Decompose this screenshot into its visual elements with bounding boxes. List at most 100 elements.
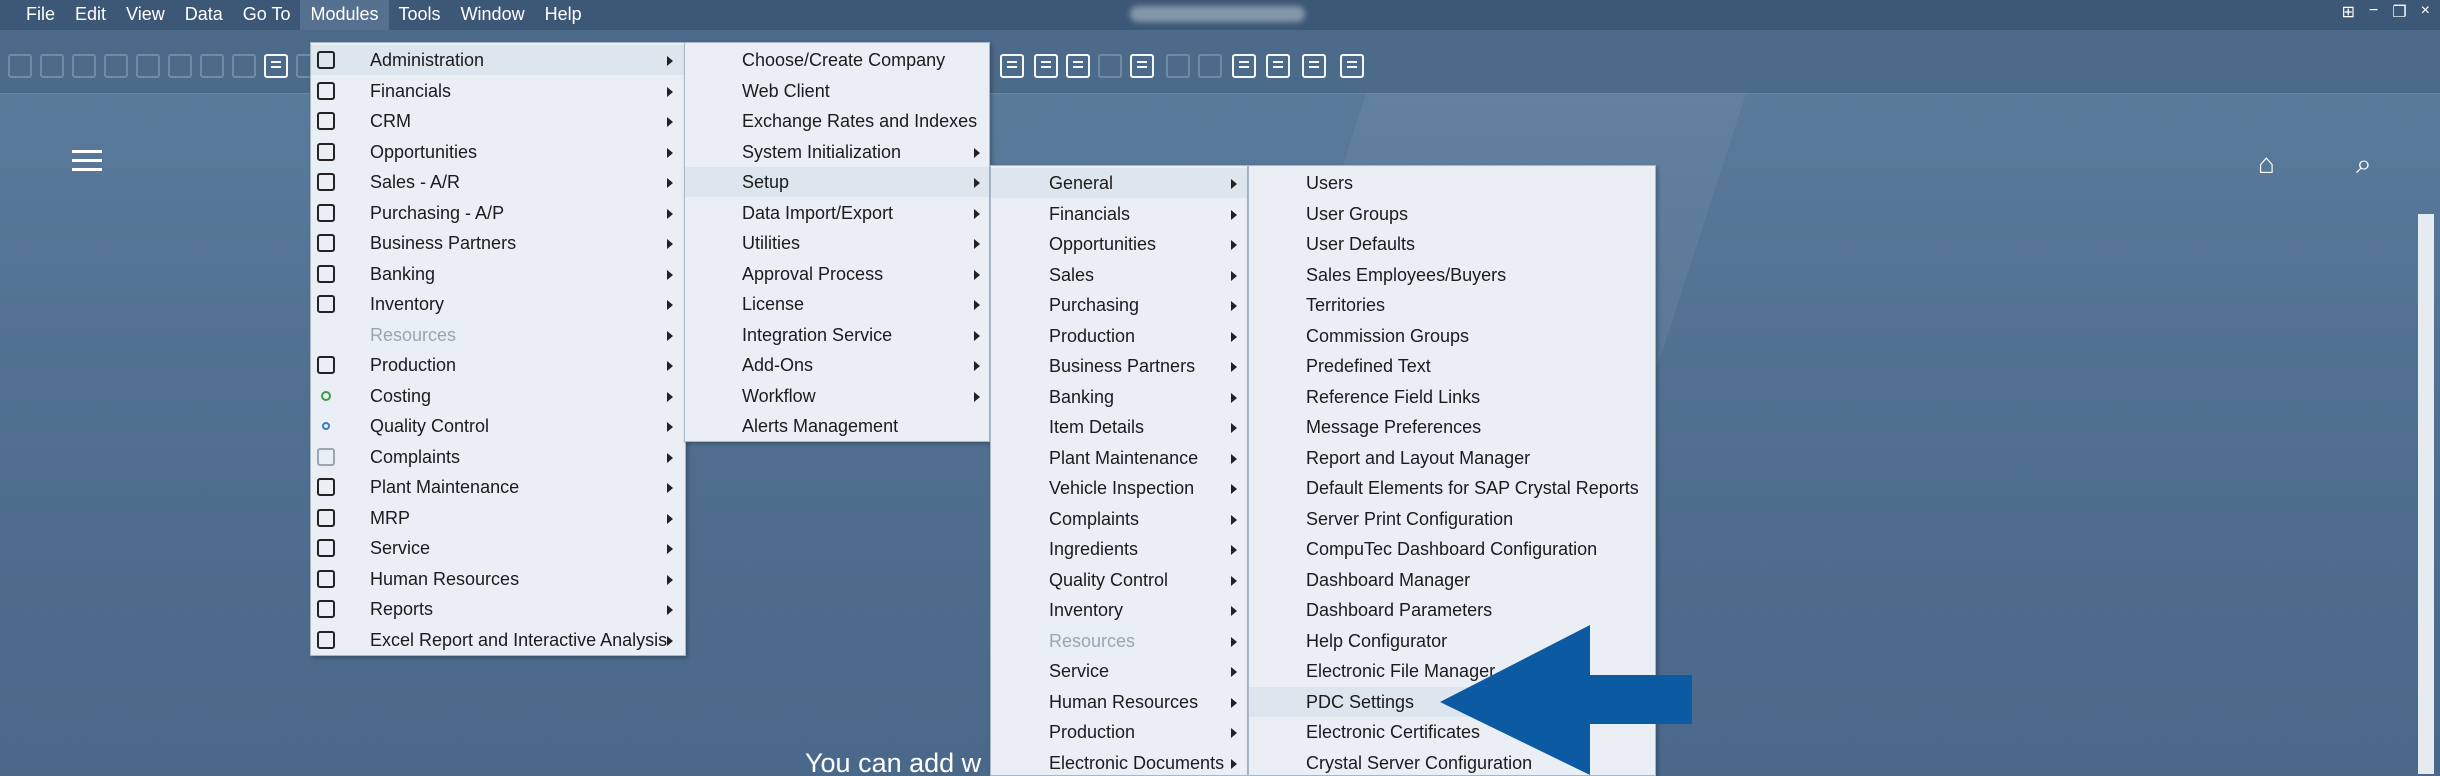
setup-item-item-details[interactable]: Item Details xyxy=(991,412,1247,442)
modules-item-quality-control[interactable]: Quality Control xyxy=(311,411,685,441)
pdf-export-icon[interactable] xyxy=(232,54,256,78)
general-item-dashboard-parameters[interactable]: Dashboard Parameters xyxy=(1249,595,1655,625)
modules-item-sales-a-r[interactable]: Sales - A/R xyxy=(311,167,685,197)
setup-item-quality-control[interactable]: Quality Control xyxy=(991,565,1247,595)
menu-goto[interactable]: Go To xyxy=(233,0,301,30)
query-icon[interactable] xyxy=(1000,54,1024,78)
message-icon[interactable] xyxy=(1098,54,1122,78)
trend-icon[interactable] xyxy=(1232,54,1256,78)
general-item-commission-groups[interactable]: Commission Groups xyxy=(1249,321,1655,351)
admin-item-integration-service[interactable]: Integration Service xyxy=(685,320,989,350)
admin-item-approval-process[interactable]: Approval Process xyxy=(685,259,989,289)
admin-item-add-ons[interactable]: Add-Ons xyxy=(685,350,989,380)
menu-view[interactable]: View xyxy=(116,0,175,30)
general-item-report-and-layout-manager[interactable]: Report and Layout Manager xyxy=(1249,443,1655,473)
setup-item-business-partners[interactable]: Business Partners xyxy=(991,351,1247,381)
general-item-server-print-configuration[interactable]: Server Print Configuration xyxy=(1249,504,1655,534)
menu-modules[interactable]: Modules xyxy=(300,0,389,30)
modules-item-financials[interactable]: Financials xyxy=(311,76,685,106)
general-item-user-defaults[interactable]: User Defaults xyxy=(1249,229,1655,259)
admin-item-system-initialization[interactable]: System Initialization xyxy=(685,137,989,167)
admin-item-alerts-management[interactable]: Alerts Management xyxy=(685,411,989,441)
modules-item-banking[interactable]: Banking xyxy=(311,259,685,289)
minimize-icon[interactable]: − xyxy=(2369,2,2378,22)
modules-item-excel-report-and-interactive-analysis[interactable]: Excel Report and Interactive Analysis xyxy=(311,625,685,655)
setup-item-ingredients[interactable]: Ingredients xyxy=(991,534,1247,564)
menu-help[interactable]: Help xyxy=(535,0,592,30)
general-item-dashboard-manager[interactable]: Dashboard Manager xyxy=(1249,565,1655,595)
general-item-predefined-text[interactable]: Predefined Text xyxy=(1249,351,1655,381)
setup-item-production[interactable]: Production xyxy=(991,321,1247,351)
admin-item-choose-create-company[interactable]: Choose/Create Company xyxy=(685,45,989,75)
print-preview-icon[interactable] xyxy=(72,54,96,78)
admin-item-data-import-export[interactable]: Data Import/Export xyxy=(685,198,989,228)
info-icon[interactable] xyxy=(1034,54,1058,78)
modules-item-opportunities[interactable]: Opportunities xyxy=(311,137,685,167)
admin-item-setup[interactable]: Setup xyxy=(685,167,989,197)
hamburger-menu-icon[interactable] xyxy=(72,150,102,172)
menu-window[interactable]: Window xyxy=(451,0,535,30)
menu-file[interactable]: File xyxy=(0,0,65,30)
setup-item-plant-maintenance[interactable]: Plant Maintenance xyxy=(991,443,1247,473)
modules-item-purchasing-a-p[interactable]: Purchasing - A/P xyxy=(311,198,685,228)
scrollbar[interactable] xyxy=(2418,214,2434,774)
help-icon[interactable] xyxy=(1340,54,1364,78)
general-item-sales-employees-buyers[interactable]: Sales Employees/Buyers xyxy=(1249,260,1655,290)
modules-item-administration[interactable]: Administration xyxy=(311,45,685,75)
general-item-users[interactable]: Users xyxy=(1249,168,1655,198)
setup-item-service[interactable]: Service xyxy=(991,656,1247,686)
lock-icon[interactable] xyxy=(1166,54,1190,78)
general-item-computec-dashboard-configuration[interactable]: CompuTec Dashboard Configuration xyxy=(1249,534,1655,564)
print-icon[interactable] xyxy=(40,54,64,78)
web-icon[interactable] xyxy=(1302,54,1326,78)
admin-item-license[interactable]: License xyxy=(685,289,989,319)
setup-item-opportunities[interactable]: Opportunities xyxy=(991,229,1247,259)
setup-item-human-resources[interactable]: Human Resources xyxy=(991,687,1247,717)
modules-item-inventory[interactable]: Inventory xyxy=(311,289,685,319)
general-item-territories[interactable]: Territories xyxy=(1249,290,1655,320)
setup-item-complaints[interactable]: Complaints xyxy=(991,504,1247,534)
menu-tools[interactable]: Tools xyxy=(389,0,451,30)
general-item-default-elements-for-sap-crystal-reports[interactable]: Default Elements for SAP Crystal Reports xyxy=(1249,473,1655,503)
admin-item-workflow[interactable]: Workflow xyxy=(685,381,989,411)
setup-item-general[interactable]: General xyxy=(991,168,1247,198)
modules-item-plant-maintenance[interactable]: Plant Maintenance xyxy=(311,472,685,502)
search-icon[interactable]: ⌕ xyxy=(2356,148,2372,181)
modules-item-human-resources[interactable]: Human Resources xyxy=(311,564,685,594)
admin-item-web-client[interactable]: Web Client xyxy=(685,76,989,106)
settings-doc-icon[interactable] xyxy=(1266,54,1290,78)
word-export-icon[interactable] xyxy=(200,54,224,78)
setup-item-inventory[interactable]: Inventory xyxy=(991,595,1247,625)
grid-icon[interactable] xyxy=(1198,54,1222,78)
restore-grid-icon[interactable]: ⊞ xyxy=(2342,2,2355,22)
admin-item-exchange-rates-and-indexes[interactable]: Exchange Rates and Indexes xyxy=(685,106,989,136)
modules-item-service[interactable]: Service xyxy=(311,533,685,563)
modules-item-business-partners[interactable]: Business Partners xyxy=(311,228,685,258)
search-doc-icon[interactable] xyxy=(8,54,32,78)
setup-item-purchasing[interactable]: Purchasing xyxy=(991,290,1247,320)
setup-item-production[interactable]: Production xyxy=(991,717,1247,747)
move-icon[interactable] xyxy=(264,54,288,78)
general-item-reference-field-links[interactable]: Reference Field Links xyxy=(1249,382,1655,412)
excel-export-icon[interactable] xyxy=(168,54,192,78)
email-icon[interactable] xyxy=(104,54,128,78)
calculator-icon[interactable] xyxy=(1066,54,1090,78)
setup-item-sales[interactable]: Sales xyxy=(991,260,1247,290)
setup-item-banking[interactable]: Banking xyxy=(991,382,1247,412)
general-item-user-groups[interactable]: User Groups xyxy=(1249,199,1655,229)
sms-icon[interactable] xyxy=(136,54,160,78)
close-icon[interactable]: × xyxy=(2421,2,2430,22)
modules-item-complaints[interactable]: Complaints xyxy=(311,442,685,472)
setup-item-financials[interactable]: Financials xyxy=(991,199,1247,229)
setup-item-electronic-documents[interactable]: Electronic Documents xyxy=(991,748,1247,776)
menu-edit[interactable]: Edit xyxy=(65,0,116,30)
modules-item-reports[interactable]: Reports xyxy=(311,594,685,624)
modules-item-costing[interactable]: Costing xyxy=(311,381,685,411)
export-icon[interactable] xyxy=(1130,54,1154,78)
modules-item-production[interactable]: Production xyxy=(311,350,685,380)
modules-item-crm[interactable]: CRM xyxy=(311,106,685,136)
folder-icon[interactable]: ⌂ xyxy=(2258,148,2275,180)
admin-item-utilities[interactable]: Utilities xyxy=(685,228,989,258)
setup-item-vehicle-inspection[interactable]: Vehicle Inspection xyxy=(991,473,1247,503)
modules-item-mrp[interactable]: MRP xyxy=(311,503,685,533)
